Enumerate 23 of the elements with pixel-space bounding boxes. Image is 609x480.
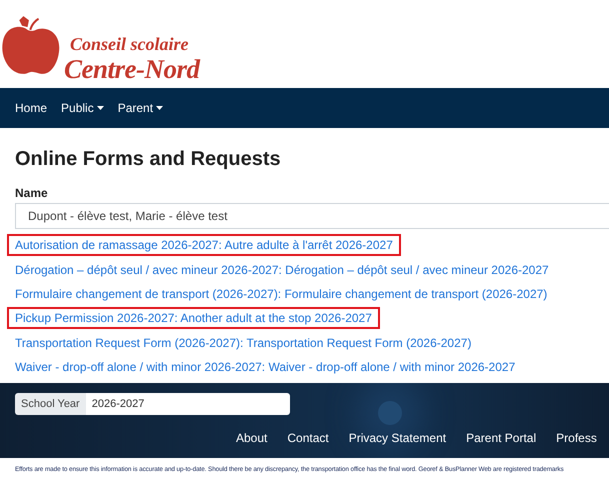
form-link[interactable]: Autorisation de ramassage 2026-2027: Autre adulte à l'arrêt 2026-2027	[7, 234, 401, 256]
school-year-field[interactable]: 2026-2027	[86, 393, 290, 416]
nav-menu-item[interactable]: Home	[15, 101, 48, 115]
field-label: Name	[15, 186, 49, 200]
form-link[interactable]: Dérogation – dépôt seul / avec mineur 2026-2027: Dérogation – dépôt seul / avec mineur 2026-2027	[7, 258, 557, 281]
name-select[interactable]: Dupont - élève test, Marie - élève test	[15, 203, 609, 229]
logo-text: Centre-Nord	[64, 54, 200, 84]
nav-menu-item[interactable]: Parent	[118, 101, 164, 115]
nav-menu-item[interactable]: Public	[61, 101, 104, 115]
footer-link[interactable]: Parent Portal	[466, 431, 536, 446]
light-glow-drawing	[378, 401, 402, 426]
form-link[interactable]: Formulaire changement de transport (2026-2027): Formulaire changement de transport (2026-2027)	[7, 282, 556, 305]
footer-link[interactable]: Profess	[556, 431, 597, 446]
field-label: School Year	[15, 393, 86, 416]
form-link[interactable]: Transportation Request Form (2026-2027): Transportation Request Form (2026-2027)	[7, 332, 480, 354]
footer-link[interactable]: About	[236, 431, 268, 446]
footer-link[interactable]: Contact	[287, 431, 329, 446]
apple-logo-icon	[0, 14, 62, 76]
footer-link[interactable]: Privacy Statement	[348, 431, 446, 446]
form-link[interactable]: Pickup Permission 2026-2027: Another adult at the stop 2026-2027	[7, 307, 380, 330]
page-title: Online Forms and Requests	[15, 147, 282, 172]
logo-text: Conseil scolaire	[70, 34, 190, 54]
form-link[interactable]: Waiver - drop-off alone / with minor 2026-2027: Waiver - drop-off alone / with minor 2026-2027	[7, 356, 524, 378]
